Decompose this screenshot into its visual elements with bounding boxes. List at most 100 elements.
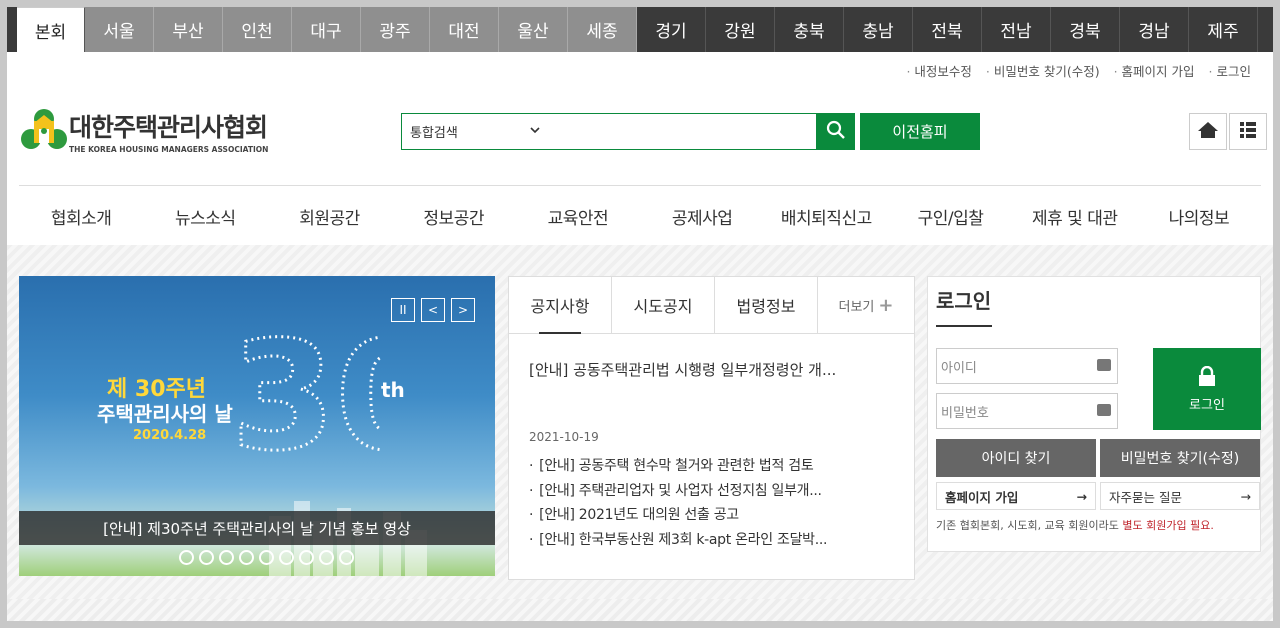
keyboard-icon[interactable] — [1097, 359, 1111, 371]
pagination-dot[interactable] — [319, 550, 334, 565]
search-button[interactable] — [817, 113, 855, 150]
region-tab-bar: 본회 서울 부산 인천 대구 광주 대전 울산 세종 경기 강원 충북 충남 전북 전남 경북 경남 제주 — [7, 7, 1273, 52]
login-panel: 로그인 아이디 비밀번호 로그인 아이디 찾기 비밀번호 찾기(수정) 홈페이지… — [927, 276, 1261, 552]
region-tab[interactable]: 세종 — [568, 7, 637, 52]
arrow-right-icon: → — [1240, 488, 1251, 504]
logo-text: 대한주택관리사협회 THE KOREA HOUSING MANAGERS ASS… — [69, 108, 268, 154]
site-logo[interactable]: 대한주택관리사협회 THE KOREA HOUSING MANAGERS ASS… — [19, 107, 268, 155]
notice-tabs: 공지사항 시도공지 법령정보 더보기 + — [509, 277, 914, 334]
util-link-login[interactable]: 로그인 — [1209, 61, 1251, 80]
find-password-button[interactable]: 비밀번호 찾기(수정) — [1100, 439, 1260, 477]
bottom-pattern — [7, 599, 1273, 621]
pagination-dot[interactable] — [179, 550, 194, 565]
logo-korean: 대한주택관리사협회 — [69, 113, 268, 142]
gnb-item[interactable]: 배치퇴직신고 — [764, 187, 888, 245]
list-item[interactable]: [안내] 2021년도 대의원 선출 공고 — [529, 504, 827, 529]
login-title-underline — [936, 325, 992, 327]
gnb-item[interactable]: 뉴스소식 — [143, 187, 267, 245]
chevron-left-icon[interactable]: < — [421, 298, 445, 322]
notice-headline[interactable]: [안내] 공동주택관리법 시행령 일부개정령안 개... — [529, 359, 836, 380]
region-tab[interactable]: 경기 — [637, 7, 706, 52]
sitemap-button[interactable] — [1229, 113, 1267, 150]
join-label: 홈페이지 가입 — [945, 489, 1019, 505]
pagination-dot[interactable] — [219, 550, 234, 565]
list-item[interactable]: [안내] 한국부동산원 제3회 k-apt 온라인 조달박... — [529, 529, 827, 554]
gnb-item[interactable]: 협회소개 — [19, 187, 143, 245]
faq-link[interactable]: 자주묻는 질문 → — [1100, 482, 1260, 510]
pause-icon[interactable]: II — [391, 298, 415, 322]
id-input[interactable]: 아이디 — [936, 348, 1118, 384]
search-box[interactable]: 통합검색 — [401, 113, 817, 150]
region-tab[interactable]: 강원 — [706, 7, 775, 52]
region-tab[interactable]: 대구 — [292, 7, 361, 52]
join-link[interactable]: 홈페이지 가입 → — [936, 482, 1096, 510]
util-link-edit-profile[interactable]: 내정보수정 — [906, 61, 972, 80]
search-category-select[interactable]: 통합검색 — [410, 122, 530, 141]
faq-label: 자주묻는 질문 — [1109, 489, 1182, 505]
banner-date: 2020.4.28 — [133, 428, 207, 443]
gnb-item[interactable]: 나의정보 — [1137, 187, 1261, 245]
pagination-dot[interactable] — [199, 550, 214, 565]
chevron-right-icon[interactable]: > — [451, 298, 475, 322]
banner-30-graphic: 30 — [230, 309, 442, 486]
region-tab[interactable]: 충북 — [775, 7, 844, 52]
pagination-dot[interactable] — [339, 550, 354, 565]
chevron-down-icon[interactable] — [530, 126, 540, 137]
header-divider — [19, 185, 1261, 186]
login-title: 로그인 — [936, 289, 992, 313]
more-link[interactable]: 더보기 + — [818, 277, 914, 333]
pagination-dot[interactable] — [239, 550, 254, 565]
region-tab[interactable]: 경북 — [1051, 7, 1120, 52]
notice-list: [안내] 공동주택 현수막 철거와 관련한 법적 검토 [안내] 주택관리업자 … — [529, 455, 827, 553]
previous-homepage-button[interactable]: 이전홈피 — [860, 113, 980, 150]
gnb-item[interactable]: 제휴 및 대관 — [1013, 187, 1137, 245]
region-tab[interactable]: 대전 — [430, 7, 499, 52]
main-navigation: 협회소개 뉴스소식 회원공간 정보공간 교육안전 공제사업 배치퇴직신고 구인/입찰 제휴 및 … — [19, 187, 1261, 245]
arrow-right-icon: → — [1076, 488, 1087, 504]
lock-icon — [1198, 365, 1216, 390]
logo-english: THE KOREA HOUSING MANAGERS ASSOCIATION — [69, 145, 269, 154]
banner-big-number: 30 — [231, 318, 381, 468]
id-placeholder: 아이디 — [941, 360, 977, 376]
utility-links: 내정보수정 비밀번호 찾기(수정) 홈페이지 가입 로그인 — [906, 61, 1251, 80]
region-tab[interactable]: 울산 — [499, 7, 568, 52]
region-tab[interactable]: 서울 — [85, 7, 154, 52]
region-tab[interactable]: 광주 — [361, 7, 430, 52]
pagination-dot[interactable] — [259, 550, 274, 565]
util-link-join[interactable]: 홈페이지 가입 — [1114, 61, 1195, 80]
gnb-item[interactable]: 구인/입찰 — [888, 187, 1012, 245]
gnb-item[interactable]: 교육안전 — [516, 187, 640, 245]
tab-notices[interactable]: 공지사항 — [509, 277, 612, 334]
list-item[interactable]: [안내] 공동주택 현수막 철거와 관련한 법적 검토 — [529, 455, 827, 480]
main-banner-slider[interactable]: II < > 제 30주년 주택관리사의 날 2020.4.28 30 th [… — [19, 276, 495, 576]
region-tab[interactable]: 부산 — [154, 7, 223, 52]
search-icon — [826, 120, 846, 144]
region-tab[interactable]: 본회 — [17, 7, 85, 52]
pagination-dot[interactable] — [299, 550, 314, 565]
region-tab[interactable]: 전남 — [982, 7, 1051, 52]
banner-pagination — [179, 550, 354, 565]
login-button-label: 로그인 — [1189, 397, 1225, 413]
gnb-item[interactable]: 회원공간 — [267, 187, 391, 245]
region-tab[interactable]: 경남 — [1120, 7, 1189, 52]
login-note-emphasis[interactable]: 별도 회원가입 필요. — [1122, 519, 1213, 532]
list-item[interactable]: [안내] 주택관리업자 및 사업자 선정지침 일부개... — [529, 480, 827, 505]
login-note: 기존 협회본회, 시도회, 교육 회원이라도 별도 회원가입 필요. — [936, 517, 1214, 533]
tab-law-info[interactable]: 법령정보 — [715, 277, 818, 333]
keyboard-icon[interactable] — [1097, 404, 1111, 416]
password-input[interactable]: 비밀번호 — [936, 393, 1118, 429]
gnb-item[interactable]: 정보공간 — [392, 187, 516, 245]
region-tab[interactable]: 전북 — [913, 7, 982, 52]
pagination-dot[interactable] — [279, 550, 294, 565]
plus-icon: + — [878, 294, 894, 316]
region-tab[interactable]: 제주 — [1189, 7, 1258, 52]
region-tab[interactable]: 인천 — [223, 7, 292, 52]
gnb-item[interactable]: 공제사업 — [640, 187, 764, 245]
find-id-button[interactable]: 아이디 찾기 — [936, 439, 1096, 477]
region-tab[interactable]: 충남 — [844, 7, 913, 52]
tab-regional-notices[interactable]: 시도공지 — [612, 277, 715, 333]
banner-caption[interactable]: [안내] 제30주년 주택관리사의 날 기념 홍보 영상 — [19, 511, 495, 545]
login-button[interactable]: 로그인 — [1153, 348, 1261, 430]
home-button[interactable] — [1189, 113, 1227, 150]
util-link-find-password[interactable]: 비밀번호 찾기(수정) — [986, 61, 1100, 80]
